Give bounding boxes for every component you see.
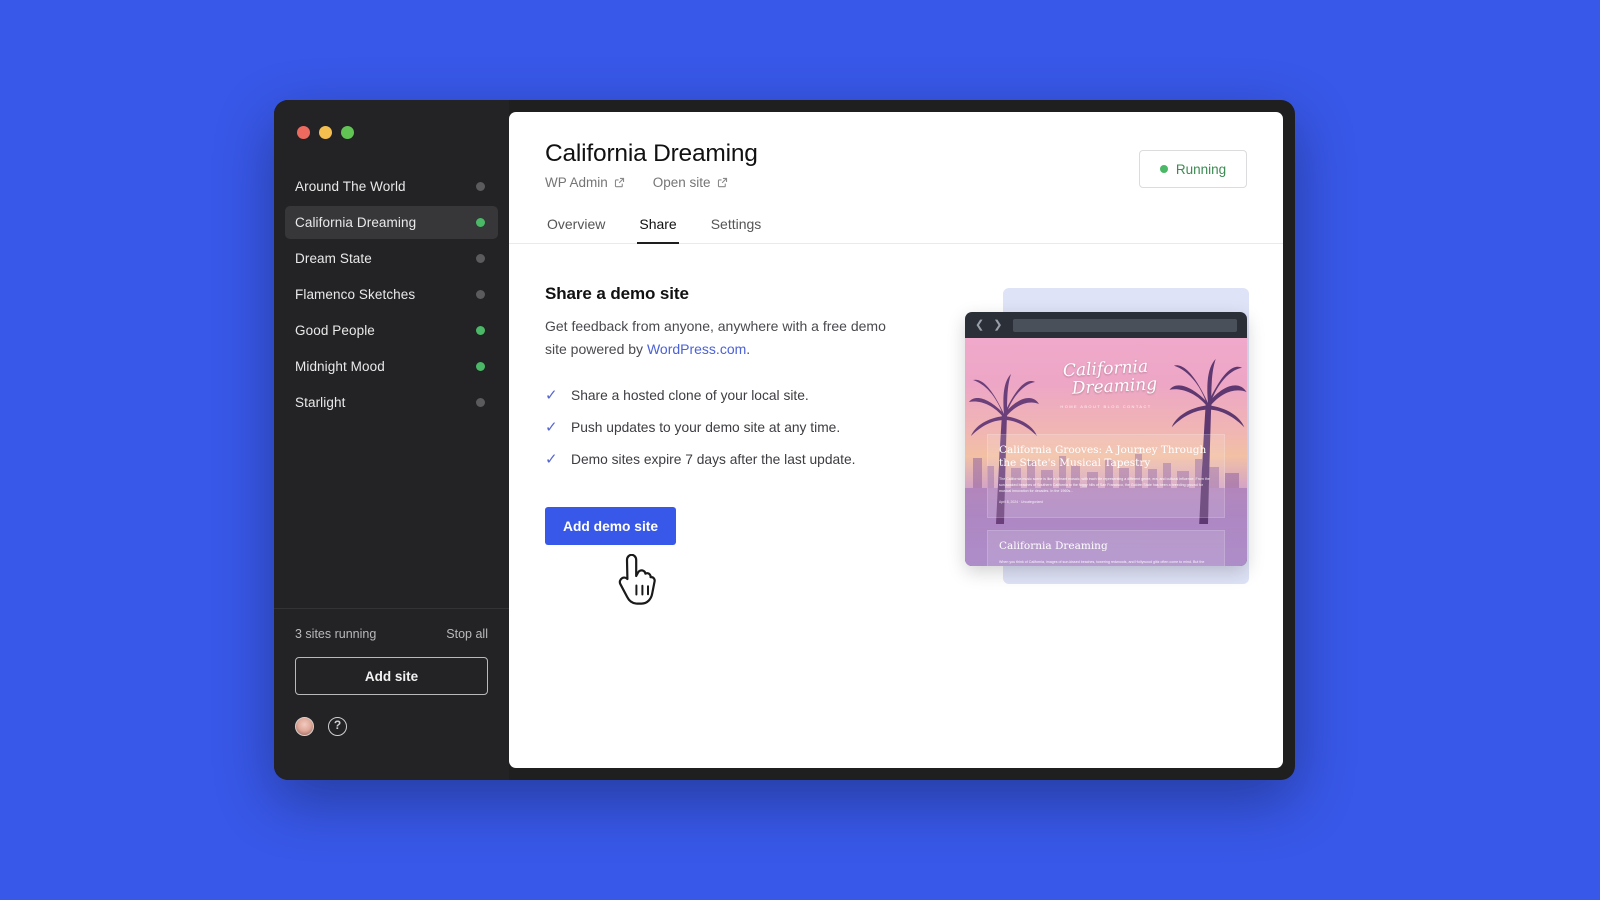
site-status-dot-icon — [476, 398, 485, 407]
sidebar-item-label: Flamenco Sketches — [295, 287, 476, 302]
preview-post-excerpt: When you think of California, images of … — [999, 559, 1213, 566]
external-link-icon — [717, 177, 728, 188]
feature-label: Demo sites expire 7 days after the last … — [571, 450, 856, 469]
browser-toolbar: ❮ ❯ — [965, 312, 1247, 338]
sidebar: Around The World California Dreaming Dream… — [274, 100, 509, 780]
open-site-link[interactable]: Open site — [653, 175, 728, 190]
share-panel-text: Share a demo site Get feedback from anyo… — [545, 284, 945, 768]
tab-bar: Overview Share Settings — [509, 216, 1283, 244]
site-list: Around The World California Dreaming Dream… — [274, 170, 509, 608]
main-panel: California Dreaming WP Admin Open site — [509, 112, 1283, 768]
site-status-dot-icon — [476, 326, 485, 335]
sidebar-item-site[interactable]: Around The World — [285, 170, 498, 203]
sidebar-item-label: Starlight — [295, 395, 476, 410]
feature-item: ✓ Share a hosted clone of your local site… — [545, 386, 945, 405]
preview-post-card: California Grooves: A Journey Through th… — [987, 434, 1225, 518]
wordpress-com-link[interactable]: WordPress.com — [647, 341, 746, 357]
feature-list: ✓ Share a hosted clone of your local site… — [545, 386, 945, 469]
sidebar-item-site[interactable]: California Dreaming — [285, 206, 498, 239]
app-window: Around The World California Dreaming Dream… — [274, 100, 1295, 780]
sidebar-item-label: Good People — [295, 323, 476, 338]
window-traffic-lights — [274, 100, 509, 156]
check-icon: ✓ — [545, 418, 558, 437]
external-link-icon — [614, 177, 625, 188]
chevron-right-icon[interactable]: ❯ — [993, 320, 1002, 331]
help-circle-icon[interactable]: ? — [328, 717, 347, 736]
tab-settings[interactable]: Settings — [709, 216, 764, 244]
sidebar-item-site[interactable]: Good People — [285, 314, 498, 347]
avatar[interactable] — [295, 717, 314, 736]
check-icon: ✓ — [545, 386, 558, 405]
section-heading: Share a demo site — [545, 284, 945, 304]
sidebar-item-site[interactable]: Flamenco Sketches — [285, 278, 498, 311]
sidebar-item-label: Dream State — [295, 251, 476, 266]
feature-label: Share a hosted clone of your local site. — [571, 386, 809, 405]
chevron-left-icon[interactable]: ❮ — [975, 320, 984, 331]
add-demo-site-button[interactable]: Add demo site — [545, 507, 676, 545]
status-badge-label: Running — [1176, 162, 1226, 177]
brand-wordmark: California Dreaming — [965, 353, 1247, 404]
minimize-button[interactable] — [319, 126, 332, 139]
sites-running-row: 3 sites running Stop all — [295, 627, 488, 641]
sidebar-item-label: California Dreaming — [295, 215, 476, 230]
tab-share[interactable]: Share — [637, 216, 678, 244]
description-suffix: . — [746, 341, 750, 357]
preview-post-meta: April 8, 2024 · Uncategorized — [999, 500, 1213, 506]
browser-viewport: California Dreaming HOME ABOUT BLOG CONT… — [965, 338, 1247, 566]
add-site-button[interactable]: Add site — [295, 657, 488, 695]
sidebar-footer-icons: ? — [295, 717, 488, 736]
address-bar[interactable] — [1013, 319, 1237, 332]
preview-post-title: California Dreaming — [999, 540, 1213, 553]
status-dot-icon — [1160, 165, 1168, 173]
feature-item: ✓ Push updates to your demo site at any t… — [545, 418, 945, 437]
site-status-dot-icon — [476, 182, 485, 191]
share-panel: Share a demo site Get feedback from anyo… — [509, 244, 1283, 768]
preview-site-nav: HOME ABOUT BLOG CONTACT — [965, 404, 1247, 409]
close-button[interactable] — [297, 126, 310, 139]
demo-site-preview: ❮ ❯ — [965, 284, 1247, 768]
open-site-label: Open site — [653, 175, 711, 190]
feature-label: Push updates to your demo site at any ti… — [571, 418, 840, 437]
main-panel-wrapper: California Dreaming WP Admin Open site — [509, 100, 1295, 780]
preview-post-title: California Grooves: A Journey Through th… — [999, 444, 1213, 470]
stop-all-button[interactable]: Stop all — [446, 627, 488, 641]
sidebar-item-site[interactable]: Starlight — [285, 386, 498, 419]
maximize-button[interactable] — [341, 126, 354, 139]
tab-overview[interactable]: Overview — [545, 216, 607, 244]
site-status-dot-icon — [476, 362, 485, 371]
wp-admin-label: WP Admin — [545, 175, 608, 190]
preview-post-card: California Dreaming When you think of Ca… — [987, 530, 1225, 566]
site-status-dot-icon — [476, 218, 485, 227]
preview-site-brand: California Dreaming HOME ABOUT BLOG CONT… — [965, 360, 1247, 409]
sidebar-item-site[interactable]: Midnight Mood — [285, 350, 498, 383]
sidebar-item-label: Midnight Mood — [295, 359, 476, 374]
section-description: Get feedback from anyone, anywhere with … — [545, 315, 890, 360]
feature-item: ✓ Demo sites expire 7 days after the last… — [545, 450, 945, 469]
sites-running-label: 3 sites running — [295, 627, 376, 641]
sidebar-footer: 3 sites running Stop all Add site ? — [274, 608, 509, 780]
sidebar-item-label: Around The World — [295, 179, 476, 194]
site-status-dot-icon — [476, 290, 485, 299]
browser-mockup: ❮ ❯ — [965, 312, 1247, 566]
preview-post-excerpt: The California music scene is like a vib… — [999, 476, 1213, 494]
check-icon: ✓ — [545, 450, 558, 469]
sidebar-item-site[interactable]: Dream State — [285, 242, 498, 275]
site-status-dot-icon — [476, 254, 485, 263]
main-header: California Dreaming WP Admin Open site — [509, 112, 1283, 190]
wp-admin-link[interactable]: WP Admin — [545, 175, 625, 190]
status-badge[interactable]: Running — [1139, 150, 1247, 188]
